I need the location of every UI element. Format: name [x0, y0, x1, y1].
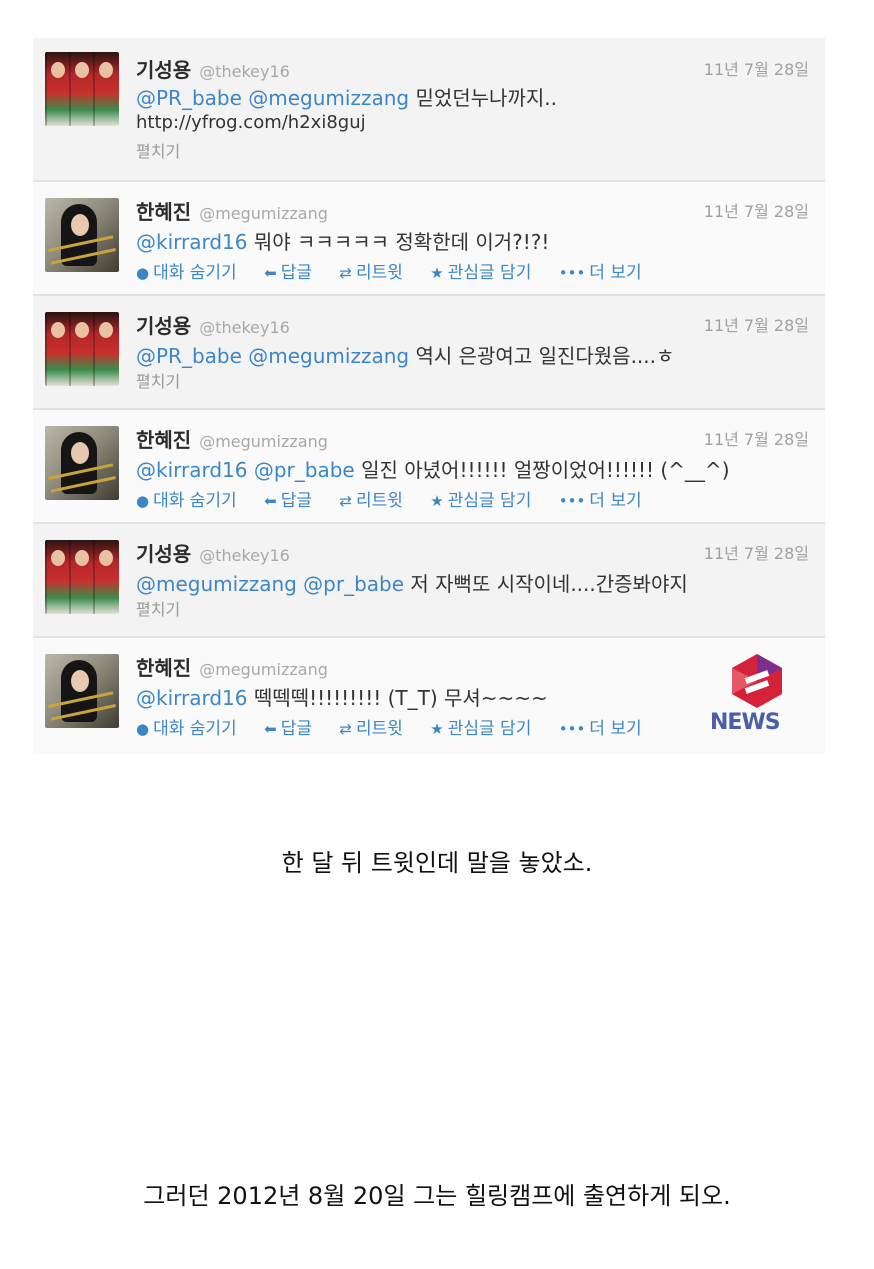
- ellipsis-icon: •••: [558, 720, 586, 738]
- tweet-author-handle[interactable]: @megumizzang: [199, 204, 328, 223]
- tweet-item[interactable]: 기성용 @thekey16 11년 7월 28일 @megumizzang @pr…: [33, 524, 825, 638]
- tweet-timestamp[interactable]: 11년 7월 28일: [704, 56, 809, 80]
- avatar[interactable]: [45, 654, 119, 728]
- avatar[interactable]: [45, 198, 119, 272]
- tweet-timeline: 기성용 @thekey16 11년 7월 28일 @PR_babe @megumi…: [33, 38, 825, 754]
- retweet-button[interactable]: ⇄ 리트윗: [339, 719, 403, 739]
- avatar[interactable]: [45, 52, 119, 126]
- tweet-author-handle[interactable]: @megumizzang: [199, 432, 328, 451]
- tweet-text: @kirrard16 @pr_babe 일진 아녔어!!!!!! 얼짱이었어!!…: [136, 458, 730, 482]
- tweet-author-name[interactable]: 한혜진 @megumizzang: [136, 196, 328, 225]
- tweet-timestamp[interactable]: 11년 7월 28일: [704, 312, 809, 336]
- tweet-timestamp[interactable]: 11년 7월 28일: [704, 198, 809, 222]
- tweet-actions: ● 대화 숨기기 ⬅ 답글 ⇄ 리트윗 ★ 관심글 담기 ••• 더 보기: [136, 714, 664, 739]
- more-button[interactable]: ••• 더 보기: [559, 491, 642, 511]
- favorite-button[interactable]: ★ 관심글 담기: [430, 263, 531, 283]
- tweet-author-handle[interactable]: @thekey16: [199, 62, 290, 81]
- favorite-button[interactable]: ★ 관심글 담기: [430, 491, 531, 511]
- tweet-mentions[interactable]: @kirrard16 @pr_babe: [136, 458, 355, 482]
- hide-conversation-button[interactable]: ● 대화 숨기기: [136, 263, 237, 283]
- tweet-author-handle[interactable]: @megumizzang: [199, 660, 328, 679]
- tweet-timestamp[interactable]: 11년 7월 28일: [704, 540, 809, 564]
- tweet-author-name[interactable]: 기성용 @thekey16: [136, 538, 290, 567]
- tweet-mentions[interactable]: @PR_babe @megumizzang: [136, 86, 409, 110]
- tweet-author-handle[interactable]: @thekey16: [199, 546, 290, 565]
- retweet-icon: ⇄: [339, 492, 352, 510]
- avatar[interactable]: [45, 426, 119, 500]
- tweet-text: @PR_babe @megumizzang 믿었던누나까지..: [136, 86, 557, 110]
- tweet-mentions[interactable]: @kirrard16: [136, 686, 248, 710]
- tweet-text: @megumizzang @pr_babe 저 자뻑또 시작이네....간증봐야…: [136, 572, 688, 596]
- star-icon: ★: [430, 492, 444, 510]
- avatar[interactable]: [45, 540, 119, 614]
- tweet-item[interactable]: 한혜진 @megumizzang 11년 7월 28일 @kirrard16 @p…: [33, 410, 825, 524]
- reply-arrow-icon: ⬅: [264, 720, 277, 738]
- ellipsis-icon: •••: [558, 264, 586, 282]
- ellipsis-icon: •••: [558, 492, 586, 510]
- reply-button[interactable]: ⬅ 답글: [264, 263, 312, 283]
- speech-bubble-icon: ●: [136, 492, 150, 510]
- tweet-mentions[interactable]: @PR_babe @megumizzang: [136, 344, 409, 368]
- tweet-item[interactable]: 기성용 @thekey16 11년 7월 28일 @PR_babe @megumi…: [33, 296, 825, 410]
- star-icon: ★: [430, 720, 444, 738]
- avatar[interactable]: [45, 312, 119, 386]
- tweet-text: @kirrard16 떽떽떽!!!!!!!!! (T_T) 무셔~~~~: [136, 686, 548, 710]
- retweet-button[interactable]: ⇄ 리트윗: [339, 491, 403, 511]
- tweet-link[interactable]: http://yfrog.com/h2xi8guj: [136, 112, 366, 133]
- news-logo-icon: [732, 654, 782, 708]
- retweet-icon: ⇄: [339, 264, 352, 282]
- retweet-button[interactable]: ⇄ 리트윗: [339, 263, 403, 283]
- expand-link[interactable]: 펼치기: [136, 596, 180, 620]
- speech-bubble-icon: ●: [136, 264, 150, 282]
- tweet-mentions[interactable]: @megumizzang @pr_babe: [136, 572, 404, 596]
- tweet-actions: ● 대화 숨기기 ⬅ 답글 ⇄ 리트윗 ★ 관심글 담기 ••• 더 보기: [136, 486, 664, 511]
- tweet-text: @PR_babe @megumizzang 역시 은광여고 일진다웠음....ㅎ: [136, 344, 675, 368]
- reply-button[interactable]: ⬅ 답글: [264, 491, 312, 511]
- caption-text: 그러던 2012년 8월 20일 그는 힐링캠프에 출연하게 되오.: [143, 1182, 731, 1210]
- more-button[interactable]: ••• 더 보기: [559, 263, 642, 283]
- speech-bubble-icon: ●: [136, 720, 150, 738]
- hide-conversation-button[interactable]: ● 대화 숨기기: [136, 491, 237, 511]
- expand-link[interactable]: 펼치기: [136, 368, 180, 392]
- tweet-mentions[interactable]: @kirrard16: [136, 230, 248, 254]
- tweet-item[interactable]: 기성용 @thekey16 11년 7월 28일 @PR_babe @megumi…: [33, 38, 825, 182]
- reply-button[interactable]: ⬅ 답글: [264, 719, 312, 739]
- tweet-timestamp[interactable]: 11년 7월 28일: [704, 426, 809, 450]
- tweet-actions: ● 대화 숨기기 ⬅ 답글 ⇄ 리트윗 ★ 관심글 담기 ••• 더 보기: [136, 258, 664, 283]
- tweet-text: @kirrard16 뭐야 ㅋㅋㅋㅋㅋ 정확한데 이거?!?!: [136, 230, 550, 254]
- tweet-author-handle[interactable]: @thekey16: [199, 318, 290, 337]
- tweet-author-name[interactable]: 한혜진 @megumizzang: [136, 652, 328, 681]
- caption-text: 한 달 뒤 트윗인데 말을 놓았소.: [281, 849, 593, 877]
- reply-arrow-icon: ⬅: [264, 492, 277, 510]
- tweet-item[interactable]: 한혜진 @megumizzang 11년 7월 28일 @kirrard16 뭐야…: [33, 182, 825, 296]
- tweet-author-name[interactable]: 기성용 @thekey16: [136, 54, 290, 83]
- favorite-button[interactable]: ★ 관심글 담기: [430, 719, 531, 739]
- tweet-author-name[interactable]: 한혜진 @megumizzang: [136, 424, 328, 453]
- more-button[interactable]: ••• 더 보기: [559, 719, 642, 739]
- hide-conversation-button[interactable]: ● 대화 숨기기: [136, 719, 237, 739]
- reply-arrow-icon: ⬅: [264, 264, 277, 282]
- news-label: NEWS: [710, 710, 781, 735]
- retweet-icon: ⇄: [339, 720, 352, 738]
- star-icon: ★: [430, 264, 444, 282]
- expand-link[interactable]: 펼치기: [136, 138, 180, 162]
- news-watermark: NEWS: [688, 650, 808, 740]
- tweet-author-name[interactable]: 기성용 @thekey16: [136, 310, 290, 339]
